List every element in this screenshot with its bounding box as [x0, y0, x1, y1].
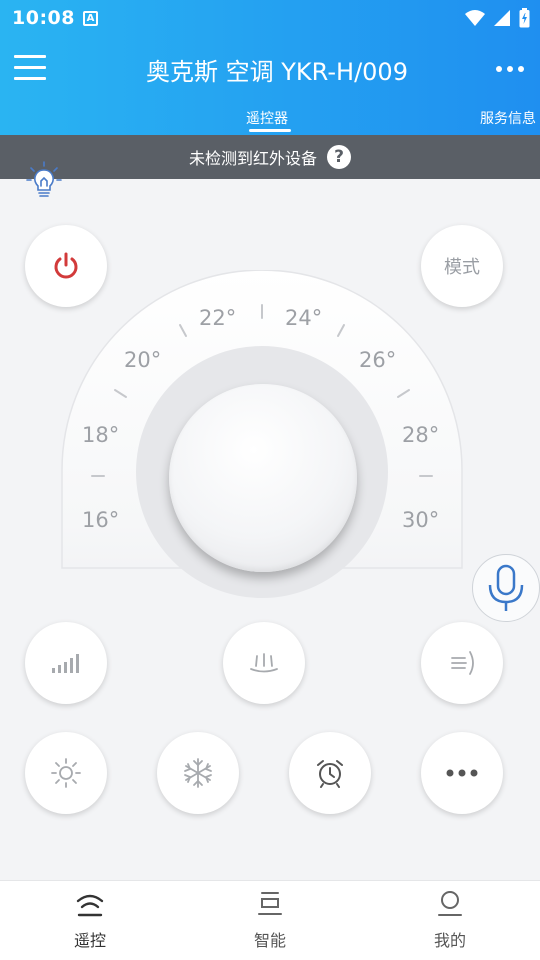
app-header: 10:08 A 奥克斯 空调 YKR-H/009 遥控器 服务信息 — [0, 0, 540, 135]
swing-horizontal-button[interactable] — [421, 622, 503, 704]
fan-speed-button[interactable] — [25, 622, 107, 704]
nav-mine-label: 我的 — [433, 931, 466, 950]
temp-tick-26: 26° — [359, 348, 397, 372]
temp-tick-24: 24° — [285, 306, 323, 330]
page-title: 奥克斯 空调 YKR-H/009 — [146, 58, 408, 86]
temp-tick-30: 30° — [402, 508, 440, 532]
tab-service-info[interactable]: 服务信息 — [480, 108, 536, 128]
status-time: 10:08 — [12, 7, 75, 29]
nav-smart-label: 智能 — [253, 931, 286, 950]
ir-warning-text: 未检测到红外设备 — [188, 149, 317, 168]
user-icon — [438, 891, 462, 916]
nav-remote[interactable]: 遥控 — [30, 889, 150, 951]
temperature-knob[interactable] — [169, 384, 357, 572]
notification-badge: A — [83, 11, 98, 26]
more-button[interactable] — [496, 66, 524, 72]
more-icon — [496, 66, 502, 72]
fan-speed-icon — [52, 654, 79, 673]
status-bar: 10:08 A — [0, 0, 540, 36]
status-icons — [465, 8, 530, 28]
heat-mode-button[interactable] — [25, 732, 107, 814]
cool-mode-button[interactable] — [157, 732, 239, 814]
more-dots-icon — [446, 769, 478, 777]
signal-icon — [494, 10, 510, 26]
battery-icon — [519, 8, 530, 28]
nav-remote-label: 遥控 — [73, 931, 106, 950]
swing-vertical-button[interactable] — [223, 622, 305, 704]
swing-down-icon — [250, 653, 278, 673]
nav-mine[interactable]: 我的 — [390, 889, 510, 951]
temp-tick-28: 28° — [402, 423, 440, 447]
voice-button[interactable] — [472, 554, 540, 622]
tab-remote[interactable]: 遥控器 — [246, 108, 288, 128]
mic-icon — [488, 564, 524, 611]
wifi-icon — [465, 10, 485, 26]
remote-icon — [76, 894, 104, 917]
bottom-nav: 遥控 智能 我的 — [0, 880, 540, 960]
nav-smart[interactable]: 智能 — [210, 889, 330, 951]
more-functions-button[interactable] — [421, 732, 503, 814]
temp-tick-20: 20° — [124, 348, 162, 372]
bulb-icon[interactable] — [26, 160, 62, 200]
snowflake-icon — [184, 758, 212, 788]
swing-side-icon — [451, 651, 474, 675]
tab-active-indicator — [249, 129, 291, 132]
temp-tick-22: 22° — [199, 306, 237, 330]
smart-icon — [258, 892, 282, 915]
help-button[interactable]: ? — [327, 145, 351, 169]
alarm-icon — [317, 760, 343, 788]
temp-tick-18: 18° — [82, 423, 120, 447]
temp-tick-16: 16° — [82, 508, 120, 532]
timer-button[interactable] — [289, 732, 371, 814]
sun-icon — [51, 758, 81, 788]
ir-warning-bar: 未检测到红外设备 ? — [0, 135, 540, 179]
